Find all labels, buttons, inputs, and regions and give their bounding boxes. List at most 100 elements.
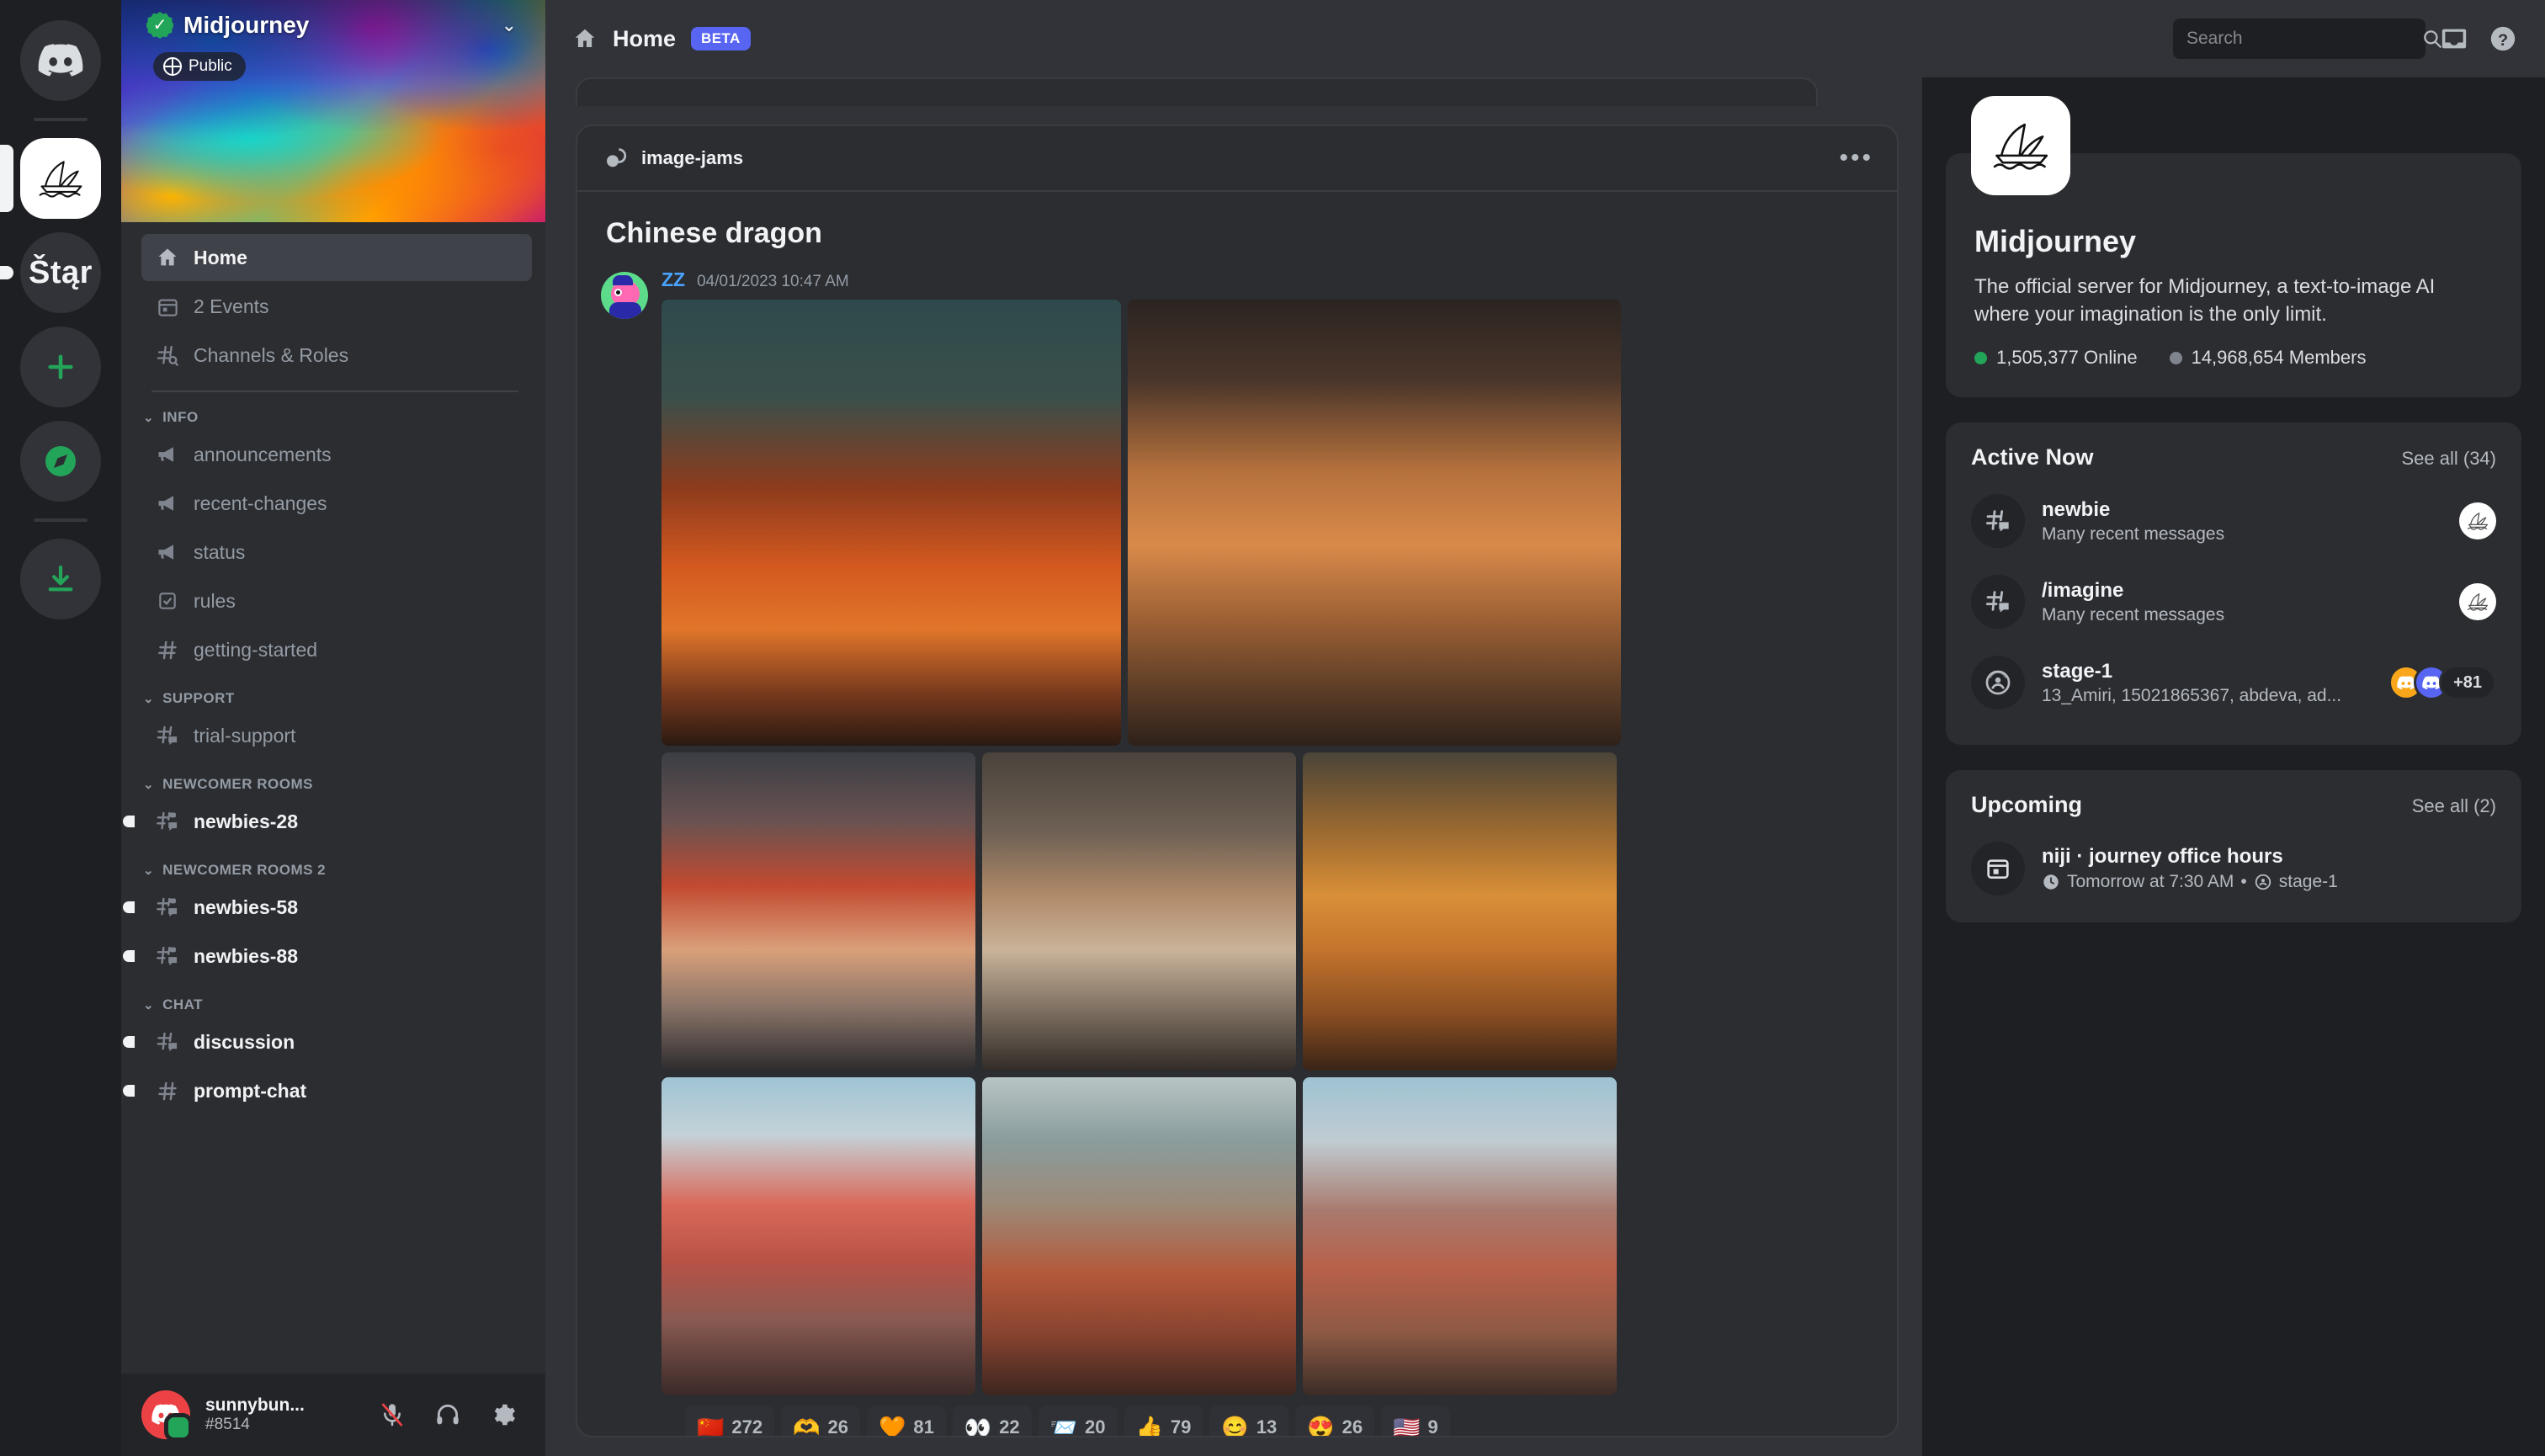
stage-icon <box>1971 656 2025 710</box>
channel-list[interactable]: Home 2 Events Channels & Roles ⌄ INFO an… <box>121 222 545 1456</box>
deafen-button[interactable] <box>426 1393 470 1437</box>
category-newcomer-rooms-2[interactable]: ⌄ NEWCOMER ROOMS 2 <box>143 862 545 879</box>
sidebar-item-rules[interactable]: rules <box>141 577 532 624</box>
channel-sidebar: ✓ Midjourney ⌄ Public Home 2 Events Chan… <box>121 0 545 1456</box>
rail-item-sttar-server[interactable]: Štąr <box>0 232 121 313</box>
search-field[interactable] <box>2186 29 2415 49</box>
active-row-newbie[interactable]: newbie Many recent messages <box>1971 479 2496 560</box>
sidebar-item-events[interactable]: 2 Events <box>141 283 532 330</box>
gallery-image[interactable] <box>982 752 1296 1071</box>
message-author[interactable]: ZZ <box>661 268 685 291</box>
see-all-upcoming-link[interactable]: See all (2) <box>2412 795 2496 817</box>
reaction-thumbs-up[interactable]: 👍 79 <box>1124 1406 1203 1437</box>
sidebar-item-recent-changes[interactable]: recent-changes <box>141 480 532 527</box>
gallery-image[interactable] <box>982 1077 1296 1395</box>
event-name: niji · journey office hours <box>2042 845 2283 869</box>
sidebar-divider <box>151 391 518 392</box>
unread-indicator <box>123 901 135 913</box>
gallery-image[interactable] <box>1303 1077 1617 1395</box>
gallery-image[interactable] <box>661 300 1121 746</box>
midjourney-logo-icon[interactable] <box>20 138 101 219</box>
active-participant-avatars: +81 <box>2388 665 2496 701</box>
unread-indicator <box>123 950 135 962</box>
reaction-count: 22 <box>999 1416 1020 1437</box>
forum-feed[interactable]: image-jams ••• Chinese dragon ZZ 04/01/2… <box>545 77 1922 1456</box>
reaction-eyes[interactable]: 👀 22 <box>952 1406 1032 1437</box>
reaction-orange-heart[interactable]: 🧡 81 <box>866 1406 946 1436</box>
category-support[interactable]: ⌄ SUPPORT <box>143 690 545 707</box>
active-row-stage-1[interactable]: stage-1 13_Amiri, 15021865367, abdeva, a… <box>1971 640 2496 721</box>
server-header[interactable]: ✓ Midjourney ⌄ <box>121 12 545 39</box>
sidebar-item-prompt-chat[interactable]: prompt-chat <box>123 1067 532 1114</box>
server-description: The official server for Midjourney, a te… <box>1974 275 2436 327</box>
category-label: NEWCOMER ROOMS <box>162 776 313 792</box>
reaction-heart-eyes[interactable]: 😍 26 <box>1295 1406 1375 1436</box>
reaction-heart-hands[interactable]: 🫶 26 <box>781 1406 860 1436</box>
rail-item-download-apps[interactable] <box>0 539 121 619</box>
help-button[interactable]: ? <box>2483 19 2523 59</box>
gallery-image[interactable] <box>1303 752 1617 1071</box>
emoji: 📨 <box>1049 1415 1078 1437</box>
sidebar-item-getting-started[interactable]: getting-started <box>141 626 532 673</box>
home-icon <box>572 26 598 51</box>
server-rail: Štąr <box>0 0 121 1456</box>
reaction-china-flag[interactable]: 🇨🇳 272 <box>685 1406 775 1436</box>
user-tag: #8514 <box>205 1416 250 1434</box>
sidebar-item-trial-support[interactable]: trial-support <box>141 712 532 759</box>
compass-icon[interactable] <box>20 421 101 502</box>
channel-label: rules <box>194 589 236 612</box>
avatar[interactable] <box>141 1390 193 1442</box>
rail-divider-2 <box>34 518 88 522</box>
see-all-active-link[interactable]: See all (34) <box>2401 448 2496 470</box>
gallery-image[interactable] <box>661 752 975 1071</box>
gallery-image[interactable] <box>1128 300 1621 746</box>
emoji: 🇺🇸 <box>1393 1415 1421 1437</box>
sidebar-item-status[interactable]: status <box>141 529 532 576</box>
sidebar-item-newbies-88[interactable]: newbies-88 <box>123 933 532 980</box>
chevron-down-icon[interactable]: ⌄ <box>502 14 520 36</box>
members-count: 14,968,654 Members <box>2191 347 2367 369</box>
reaction-smiling-face[interactable]: 😊 13 <box>1209 1406 1289 1436</box>
mute-button[interactable] <box>370 1393 414 1437</box>
active-channel-name: newbie <box>2042 497 2111 521</box>
svg-text:?: ? <box>2498 31 2508 50</box>
emoji: 👍 <box>1135 1415 1163 1437</box>
sidebar-item-newbies-58[interactable]: newbies-58 <box>123 884 532 931</box>
sidebar-item-discussion[interactable]: discussion <box>123 1018 532 1065</box>
forum-post-card[interactable]: image-jams ••• Chinese dragon ZZ 04/01/2… <box>576 125 1899 1437</box>
upcoming-header: Upcoming See all (2) <box>1971 792 2496 818</box>
avatar-shape <box>614 289 622 296</box>
category-chat[interactable]: ⌄ CHAT <box>143 996 545 1013</box>
reaction-usa-flag[interactable]: 🇺🇸 9 <box>1381 1406 1450 1437</box>
rail-item-add-server[interactable] <box>0 327 121 407</box>
download-icon[interactable] <box>20 539 101 619</box>
discord-logo-icon[interactable] <box>20 20 101 101</box>
rail-item-discord-home[interactable] <box>0 20 121 101</box>
sidebar-item-home[interactable]: Home <box>141 234 532 281</box>
rail-item-midjourney-server[interactable] <box>0 138 121 219</box>
user-settings-button[interactable] <box>481 1393 525 1437</box>
online-count: 1,505,377 Online <box>1996 347 2138 369</box>
category-info[interactable]: ⌄ INFO <box>143 409 545 426</box>
members-dot-icon <box>2169 351 2182 364</box>
avatar[interactable] <box>601 272 648 319</box>
inbox-button[interactable] <box>2434 19 2474 59</box>
image-gallery <box>661 300 1621 1395</box>
panel-title: Upcoming <box>1971 792 2082 818</box>
sidebar-item-channels-roles[interactable]: Channels & Roles <box>141 332 532 379</box>
forum-icon <box>1971 575 2025 630</box>
active-now-header: Active Now See all (34) <box>1971 444 2496 470</box>
sttar-server-icon[interactable]: Štąr <box>20 232 101 313</box>
plus-icon[interactable] <box>20 327 101 407</box>
sidebar-item-newbies-28[interactable]: newbies-28 <box>123 798 532 845</box>
sidebar-item-announcements[interactable]: announcements <box>141 431 532 478</box>
gallery-image[interactable] <box>661 1077 975 1395</box>
upcoming-event-row[interactable]: niji · journey office hours Tomorrow at … <box>1971 826 2496 899</box>
search-input[interactable] <box>2173 19 2441 59</box>
reaction-incoming-envelope[interactable]: 📨 20 <box>1038 1406 1118 1437</box>
server-banner[interactable]: ✓ Midjourney ⌄ Public <box>121 0 545 222</box>
active-row-imagine[interactable]: /imagine Many recent messages <box>1971 560 2496 640</box>
rail-item-explore-servers[interactable] <box>0 421 121 502</box>
category-newcomer-rooms[interactable]: ⌄ NEWCOMER ROOMS <box>143 776 545 793</box>
category-label: CHAT <box>162 996 204 1012</box>
